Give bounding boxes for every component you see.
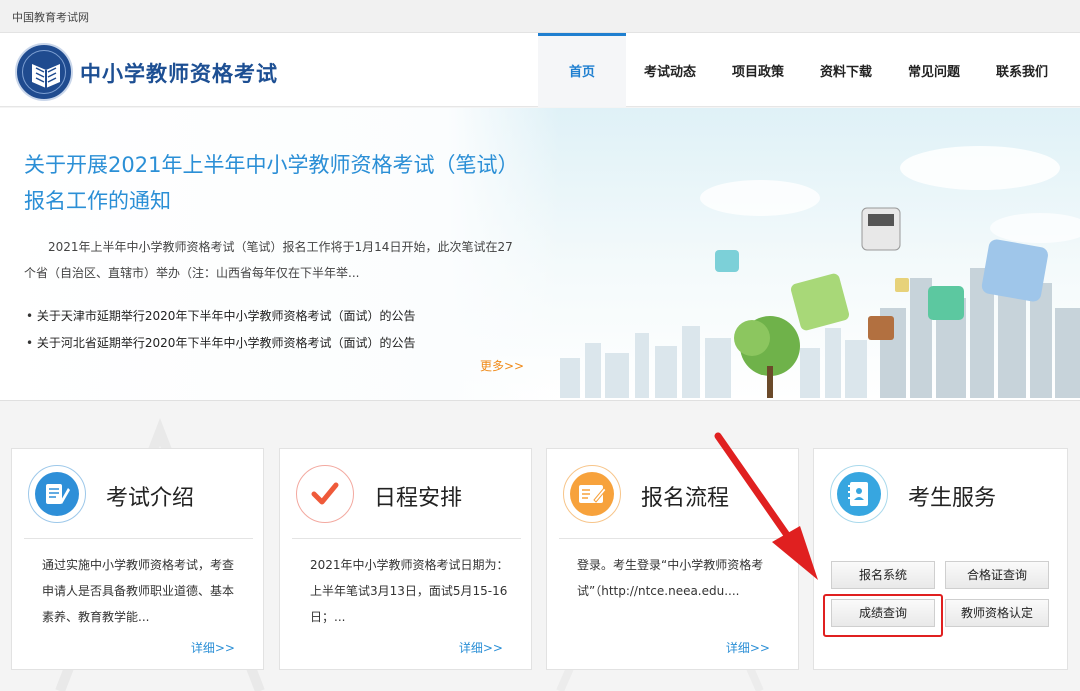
site-logo[interactable] xyxy=(15,43,73,101)
card-title: 考生服务 xyxy=(908,486,997,511)
hero-banner: 关于开展2021年上半年中小学教师资格考试（笔试）报名工作的通知 2021年上半… xyxy=(0,108,1080,401)
card-description: 2021年中小学教师资格考试日期为：上半年笔试3月13日，面试5月15-16日；… xyxy=(310,558,509,624)
annotation-arrow-icon xyxy=(714,432,818,580)
card-detail-link[interactable]: 详细>> xyxy=(726,639,770,656)
card-detail-link[interactable]: 详细>> xyxy=(191,639,235,656)
parent-site-link[interactable]: 中国教育考试网 xyxy=(12,9,89,25)
schedule-icon-wrap xyxy=(296,465,354,523)
checkmark-icon xyxy=(303,472,347,516)
form-edit-icon xyxy=(570,472,614,516)
card-schedule: 日程安排 2021年中小学教师资格考试日期为：上半年笔试3月13日，面试5月15… xyxy=(279,448,532,670)
more-news-link[interactable]: 更多>> xyxy=(480,357,524,374)
nav-faq[interactable]: 常见问题 xyxy=(890,33,978,107)
site-header: 中小学教师资格考试 首页 考试动态 项目政策 资料下载 常见问题 联系我们 xyxy=(0,33,1080,107)
card-detail-link[interactable]: 详细>> xyxy=(459,639,503,656)
book-logo-icon xyxy=(32,64,60,88)
banner-headline[interactable]: 关于开展2021年上半年中小学教师资格考试（笔试）报名工作的通知 xyxy=(24,147,514,219)
nav-downloads[interactable]: 资料下载 xyxy=(802,33,890,107)
nav-exam-news[interactable]: 考试动态 xyxy=(626,33,714,107)
news-item-tianjin[interactable]: 关于天津市延期举行2020年下半年中小学教师资格考试（面试）的公告 xyxy=(26,303,416,330)
registration-system-button[interactable]: 报名系统 xyxy=(831,561,935,589)
card-title: 考试介绍 xyxy=(106,486,195,511)
nav-contact[interactable]: 联系我们 xyxy=(978,33,1066,107)
registration-icon-wrap xyxy=(563,465,621,523)
nav-home[interactable]: 首页 xyxy=(538,33,626,107)
card-title: 日程安排 xyxy=(374,486,463,511)
news-item-hebei[interactable]: 关于河北省延期举行2020年下半年中小学教师资格考试（面试）的公告 xyxy=(26,330,416,357)
top-strip: 中国教育考试网 xyxy=(0,0,1080,33)
contact-book-icon xyxy=(837,472,881,516)
card-divider xyxy=(24,538,253,539)
annotation-highlight-box xyxy=(823,594,943,637)
certificate-query-button[interactable]: 合格证查询 xyxy=(945,561,1049,589)
banner-summary: 2021年上半年中小学教师资格考试（笔试）报名工作将于1月14日开始，此次笔试在… xyxy=(24,240,513,280)
main-nav: 首页 考试动态 项目政策 资料下载 常见问题 联系我们 xyxy=(538,33,1066,107)
site-title: 中小学教师资格考试 xyxy=(80,62,278,86)
news-list: 关于天津市延期举行2020年下半年中小学教师资格考试（面试）的公告 关于河北省延… xyxy=(26,303,416,357)
qualification-certification-button[interactable]: 教师资格认定 xyxy=(945,599,1049,627)
card-exam-intro: 考试介绍 通过实施中小学教师资格考试，考查申请人是否具备教师职业道德、基本素养、… xyxy=(11,448,264,670)
document-pen-icon xyxy=(35,472,79,516)
card-divider xyxy=(292,538,521,539)
exam-intro-icon-wrap xyxy=(28,465,86,523)
card-description: 通过实施中小学教师资格考试，考查申请人是否具备教师职业道德、基本素养、教育教学能… xyxy=(42,558,235,624)
nav-policy[interactable]: 项目政策 xyxy=(714,33,802,107)
